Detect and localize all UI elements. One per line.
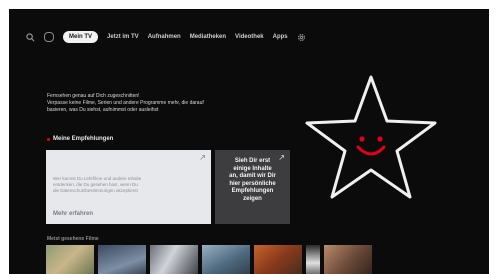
tab-apps[interactable]: Apps xyxy=(273,34,288,40)
movie-thumbnail[interactable] xyxy=(324,245,372,274)
tab-videothek[interactable]: Videothek xyxy=(235,34,264,40)
top-navigation: Mein TV Jetzt im TV Aufnahmen Mediatheke… xyxy=(25,30,307,44)
tv-screen: Mein TV Jetzt im TV Aufnahmen Mediatheke… xyxy=(9,9,489,274)
intro-line: Verpasse keine Filme, Serien und andere … xyxy=(47,100,204,106)
movie-thumbnail[interactable] xyxy=(150,245,198,274)
watch-content-text: Sieh Dir erst einige Inhalte an, damit w… xyxy=(218,158,287,203)
tab-mediatheken[interactable]: Mediatheken xyxy=(190,34,226,40)
bullet-dot-icon xyxy=(47,137,50,141)
section-title-recommendations: Meine Empfehlungen xyxy=(47,136,113,142)
watch-content-line: einige Inhalte xyxy=(233,165,272,172)
privacy-info-line: die Datenschutzbestimmungen akzeptierst xyxy=(53,188,138,193)
watch-content-card[interactable]: ↗ Sieh Dir erst einige Inhalte an, damit… xyxy=(215,150,290,224)
movie-thumbnail[interactable] xyxy=(46,245,94,274)
watch-content-line: an, damit wir Dir xyxy=(229,173,276,179)
watch-content-line: Empfehlungen xyxy=(231,188,274,194)
menu-pill-icon[interactable] xyxy=(44,32,54,42)
tab-aufnahmen[interactable]: Aufnahmen xyxy=(148,34,181,40)
watch-content-line: hier persönliche xyxy=(229,180,276,187)
tab-mein-tv[interactable]: Mein TV xyxy=(63,31,99,43)
search-icon[interactable] xyxy=(25,32,35,42)
row-title-most-watched: Meist gesehene Filme xyxy=(47,236,99,242)
watch-content-line: Sieh Dir erst xyxy=(234,158,271,164)
movie-thumbnail[interactable] xyxy=(202,245,250,274)
learn-more-link[interactable]: Mehr erfahren xyxy=(53,211,93,217)
movie-thumbnail[interactable] xyxy=(98,245,146,274)
section-title-label: Meine Empfehlungen xyxy=(53,136,114,142)
movie-thumbnail[interactable] xyxy=(306,245,320,274)
intro-text: Fernsehen genau auf Dich zugeschnitten! … xyxy=(47,93,277,114)
smiling-star-illustration xyxy=(305,75,437,199)
watch-content-line: zeigen xyxy=(243,195,262,202)
intro-line: Fernsehen genau auf Dich zugeschnitten! xyxy=(47,93,140,99)
most-watched-row xyxy=(46,245,372,274)
movie-thumbnail[interactable] xyxy=(254,245,302,274)
privacy-info-text: Wer kannst Du Lehrfilme und andere Inhal… xyxy=(53,176,203,194)
arrow-up-right-icon: ↗ xyxy=(199,153,206,162)
intro-line: basieren, was Du siehst, aufnimmst oder … xyxy=(47,107,159,113)
privacy-info-card[interactable]: ↗ Wer kannst Du Lehrfilme und andere Inh… xyxy=(46,150,211,224)
gear-icon[interactable] xyxy=(297,32,307,42)
tab-jetzt-im-tv[interactable]: Jetzt im TV xyxy=(107,34,139,40)
